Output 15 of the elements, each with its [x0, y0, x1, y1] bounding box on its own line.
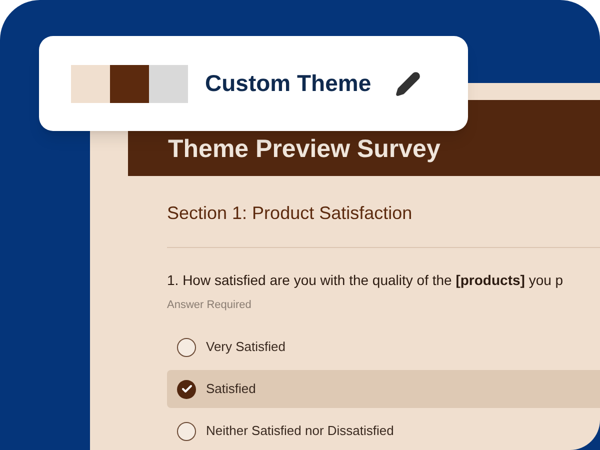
answer-option[interactable]: Satisfied	[167, 370, 600, 408]
option-label: Satisfied	[206, 380, 256, 398]
option-label: Neither Satisfied nor Dissatisfied	[206, 422, 394, 440]
pencil-icon[interactable]	[395, 70, 422, 96]
answer-option[interactable]: Neither Satisfied nor Dissatisfied	[167, 412, 600, 450]
radio-icon	[177, 338, 196, 356]
answer-required-note: Answer Required	[167, 298, 252, 312]
survey-title: Theme Preview Survey	[168, 134, 440, 164]
theme-name: Custom Theme	[205, 69, 372, 98]
option-label: Very Satisfied	[206, 338, 286, 356]
radio-icon	[177, 422, 196, 440]
section-title: Section 1: Product Satisfaction	[167, 202, 414, 224]
radio-checked-icon	[177, 380, 196, 398]
answer-option[interactable]: Very Satisfied	[167, 328, 600, 366]
question-text: 1. How satisfied are you with the quality of the [products] you p	[167, 270, 564, 290]
